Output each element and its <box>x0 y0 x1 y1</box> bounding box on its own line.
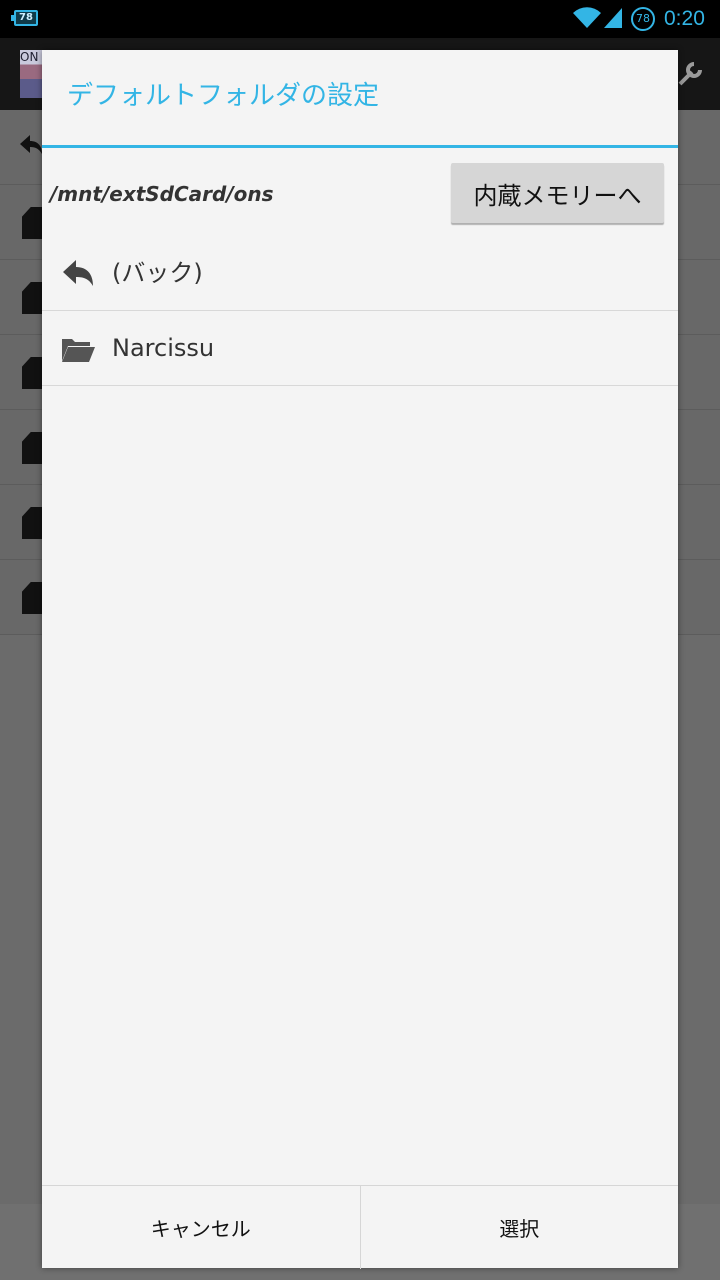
list-item-label: Narcissu <box>112 334 215 362</box>
back-arrow-icon <box>63 260 93 286</box>
title-divider <box>42 145 678 148</box>
cancel-button[interactable]: キャンセル <box>42 1186 360 1269</box>
select-button[interactable]: 選択 <box>361 1186 679 1269</box>
clock: 0:20 <box>664 7 705 30</box>
document-icon <box>22 432 44 464</box>
list-item-label: (バック) <box>112 259 203 287</box>
battery-indicator-icon: 78 <box>11 10 38 26</box>
folder-list: (バック) Narcissu <box>42 236 678 386</box>
back-arrow-icon <box>20 135 42 154</box>
wifi-icon <box>573 7 601 29</box>
document-icon <box>22 357 44 389</box>
list-item-back[interactable]: (バック) <box>42 236 678 311</box>
list-item-narcissu[interactable]: Narcissu <box>42 311 678 386</box>
internal-memory-button[interactable]: 内蔵メモリーへ <box>451 163 664 223</box>
document-icon <box>22 207 44 239</box>
default-folder-dialog: デフォルトフォルダの設定 /mnt/extSdCard/ons 内蔵メモリーへ … <box>42 50 678 1269</box>
folder-icon <box>62 339 95 362</box>
document-icon <box>22 582 44 614</box>
wrench-icon <box>678 62 702 86</box>
dialog-footer: キャンセル 選択 <box>42 1185 678 1269</box>
signal-icon <box>604 8 622 28</box>
document-icon <box>22 507 44 539</box>
status-bar: 78 78 0:20 <box>0 0 720 38</box>
dialog-title: デフォルトフォルダの設定 <box>67 81 380 111</box>
document-icon <box>22 282 44 314</box>
current-path: /mnt/extSdCard/ons <box>50 182 274 206</box>
battery-percent-icon: 78 <box>631 7 655 31</box>
